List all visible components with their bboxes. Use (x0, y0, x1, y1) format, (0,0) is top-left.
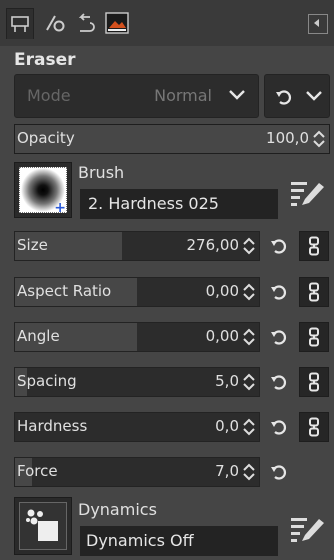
reset-spacing-icon[interactable] (268, 371, 290, 397)
dynamics-preview-button[interactable] (14, 497, 72, 555)
mode-select[interactable]: Mode Normal (14, 74, 259, 118)
force-slider[interactable]: Force 7,0 (14, 457, 260, 487)
brush-label: Brush (78, 163, 125, 182)
spin-arrows-icon[interactable] (242, 236, 256, 260)
mode-reset-button[interactable] (264, 74, 330, 118)
brush-name-field[interactable]: 2. Hardness 025 (80, 189, 278, 219)
dynamics-name: Dynamics Off (86, 531, 194, 550)
tab-menu-icon (314, 19, 319, 27)
size-slider[interactable]: Size 276,00 (14, 231, 260, 261)
aspect-ratio-value: 0,00 (205, 282, 239, 300)
tool-title: Eraser (14, 50, 76, 70)
chevron-down-icon (229, 90, 245, 100)
undo-history-icon (78, 13, 95, 32)
dock-tab-bar (0, 0, 334, 46)
opacity-value: 100,0 (266, 129, 309, 147)
spacing-label: Spacing (17, 372, 77, 390)
opacity-slider[interactable]: Opacity 100,0 (14, 124, 330, 154)
aspect-ratio-slider[interactable]: Aspect Ratio 0,00 (14, 277, 260, 307)
hardness-slider[interactable]: Hardness 0,0 (14, 412, 260, 442)
tab-device-status[interactable] (42, 8, 68, 38)
aspect-ratio-label: Aspect Ratio (17, 282, 112, 300)
reset-force-icon[interactable] (268, 461, 290, 487)
link-aspect-ratio-icon[interactable] (299, 277, 329, 307)
device-status-icon (46, 15, 65, 32)
angle-slider[interactable]: Angle 0,00 (14, 322, 260, 352)
dynamics-preview-image (19, 502, 67, 550)
hardness-value: 0,0 (215, 417, 239, 435)
link-spacing-icon[interactable] (299, 367, 329, 397)
tab-undo-history[interactable] (72, 8, 98, 38)
force-value: 7,0 (215, 462, 239, 480)
tab-tool-options[interactable] (6, 8, 34, 39)
spin-arrows-icon[interactable] (242, 417, 256, 441)
link-size-icon[interactable] (299, 231, 329, 261)
mode-value: Normal (154, 86, 212, 105)
tool-options-icon (11, 16, 29, 32)
chevron-down-icon (306, 91, 322, 101)
images-icon (105, 12, 129, 34)
dynamics-name-field[interactable]: Dynamics Off (80, 526, 278, 556)
tab-images[interactable] (104, 8, 130, 38)
spin-arrows-icon[interactable] (312, 129, 326, 149)
spin-arrows-icon[interactable] (242, 327, 256, 351)
size-label: Size (17, 236, 48, 254)
edit-brush-icon[interactable] (288, 178, 326, 208)
reset-hardness-icon[interactable] (268, 416, 290, 442)
hardness-label: Hardness (17, 417, 88, 435)
brush-preview-button[interactable]: + (14, 162, 72, 218)
angle-label: Angle (17, 327, 60, 345)
opacity-label: Opacity (17, 129, 75, 147)
reset-icon (276, 90, 292, 105)
link-angle-icon[interactable] (299, 322, 329, 352)
size-value: 276,00 (186, 236, 240, 254)
spacing-slider[interactable]: Spacing 5,0 (14, 367, 260, 397)
reset-angle-icon[interactable] (268, 326, 290, 352)
tab-menu-button[interactable] (308, 14, 328, 34)
dynamics-label: Dynamics (78, 500, 157, 519)
mode-label: Mode (27, 86, 71, 105)
force-label: Force (17, 462, 58, 480)
spin-arrows-icon[interactable] (242, 282, 256, 306)
reset-size-icon[interactable] (268, 235, 290, 261)
spin-arrows-icon[interactable] (242, 372, 256, 396)
dynamics-icon (26, 509, 58, 541)
brush-name: 2. Hardness 025 (88, 194, 219, 213)
angle-value: 0,00 (205, 327, 239, 345)
spacing-value: 5,0 (215, 372, 239, 390)
spin-arrows-icon[interactable] (242, 462, 256, 486)
plus-icon: + (54, 200, 66, 216)
edit-dynamics-icon[interactable] (288, 514, 326, 544)
reset-aspect-ratio-icon[interactable] (268, 281, 290, 307)
link-hardness-icon[interactable] (299, 412, 329, 442)
